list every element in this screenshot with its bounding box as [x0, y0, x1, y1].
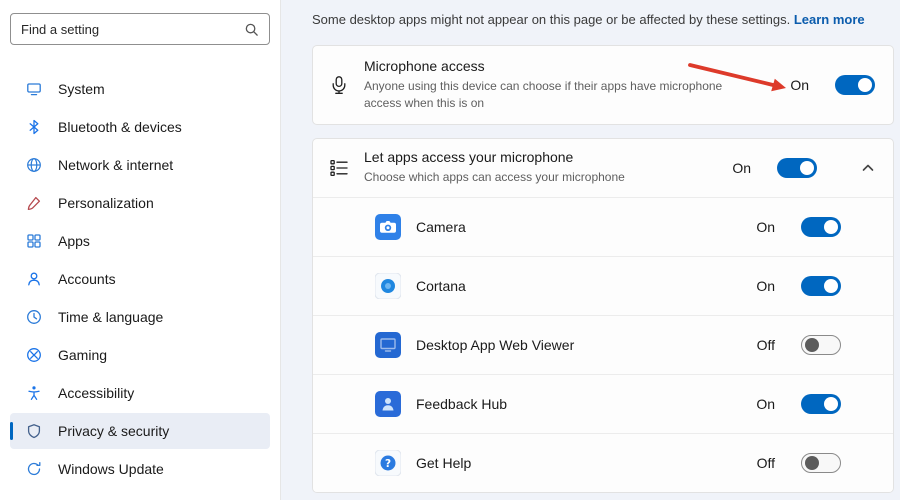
desktop-app-web-viewer-icon [375, 331, 401, 358]
settings-window: System Bluetooth & devices Network & int… [0, 0, 900, 500]
microphone-access-state: On [790, 76, 809, 93]
sidebar-item-label: Windows Update [58, 461, 164, 477]
microphone-access-text: Microphone access Anyone using this devi… [364, 58, 790, 112]
sidebar-item-label: Accessibility [58, 385, 135, 401]
app-row-desktop-app-web-viewer: Desktop App Web Viewer Off [313, 314, 893, 374]
sidebar-item-network-internet[interactable]: Network & internet [10, 147, 270, 183]
globe-icon [26, 157, 42, 173]
let-apps-text: Let apps access your microphone Choose w… [364, 149, 732, 186]
update-arrows-icon [26, 461, 42, 477]
bluetooth-icon [26, 119, 42, 135]
sidebar-item-windows-update[interactable]: Windows Update [10, 451, 270, 487]
app-state: Off [756, 454, 775, 471]
sidebar-item-label: Apps [58, 233, 90, 249]
cortana-toggle[interactable] [801, 275, 841, 296]
sidebar-item-system[interactable]: System [10, 71, 270, 107]
sidebar-item-personalization[interactable]: Personalization [10, 185, 270, 221]
sidebar-item-time-language[interactable]: Time & language [10, 299, 270, 335]
feedback-hub-app-icon [375, 390, 401, 417]
shield-icon [26, 423, 42, 439]
settings-content: Some desktop apps might not appear on th… [281, 0, 900, 500]
sidebar-item-label: Time & language [58, 309, 164, 325]
app-name: Feedback Hub [416, 395, 508, 412]
app-state: On [756, 395, 775, 412]
app-name: Camera [416, 218, 466, 235]
app-name: Desktop App Web Viewer [416, 336, 575, 353]
microphone-access-description: Anyone using this device can choose if t… [364, 78, 723, 110]
search-input[interactable] [21, 21, 244, 37]
let-apps-description: Choose which apps can access your microp… [364, 170, 625, 185]
desktop-app-web-viewer-toggle[interactable] [801, 334, 841, 355]
microphone-icon [329, 75, 349, 95]
search-box[interactable] [10, 13, 270, 45]
camera-toggle[interactable] [801, 216, 841, 237]
system-icon [26, 81, 42, 97]
microphone-access-title: Microphone access [364, 57, 485, 74]
let-apps-state: On [732, 159, 751, 176]
clock-icon [26, 309, 42, 325]
sidebar-item-label: Personalization [58, 195, 154, 211]
sidebar-item-label: Gaming [58, 347, 108, 363]
xbox-icon [26, 347, 42, 363]
sidebar-item-accounts[interactable]: Accounts [10, 261, 270, 297]
let-apps-title: Let apps access your microphone [364, 149, 574, 166]
sidebar-item-accessibility[interactable]: Accessibility [10, 375, 270, 411]
apps-grid-icon [26, 233, 42, 249]
cortana-app-icon [374, 272, 402, 299]
app-state: Off [756, 336, 775, 353]
learn-more-link[interactable]: Learn more [794, 12, 865, 27]
sidebar-item-label: Network & internet [58, 157, 174, 173]
feedback-hub-toggle[interactable] [801, 393, 841, 414]
microphone-access-toggle[interactable] [835, 74, 875, 95]
app-name: Cortana [416, 277, 466, 294]
app-name: Get Help [416, 454, 472, 471]
get-help-toggle[interactable] [801, 452, 841, 473]
app-state: On [756, 218, 775, 235]
person-icon [26, 271, 42, 287]
app-state: On [756, 277, 775, 294]
sidebar-item-bluetooth-devices[interactable]: Bluetooth & devices [10, 109, 270, 145]
app-row-camera: Camera On [313, 196, 893, 256]
sidebar: System Bluetooth & devices Network & int… [0, 0, 281, 500]
get-help-app-icon: ? [374, 449, 402, 476]
sidebar-item-label: System [58, 81, 105, 97]
let-apps-toggle[interactable] [777, 157, 817, 178]
microphone-access-card: Microphone access Anyone using this devi… [312, 44, 894, 125]
app-row-get-help: ? Get Help Off [313, 432, 893, 492]
sidebar-item-privacy-security[interactable]: Privacy & security [10, 413, 270, 449]
app-list-icon [329, 158, 349, 178]
sidebar-item-gaming[interactable]: Gaming [10, 337, 270, 373]
sidebar-item-label: Accounts [58, 271, 116, 287]
camera-app-icon [375, 213, 401, 240]
sidebar-item-apps[interactable]: Apps [10, 223, 270, 259]
app-row-feedback-hub: Feedback Hub On [313, 373, 893, 433]
sidebar-item-label: Bluetooth & devices [58, 119, 182, 135]
desktop-apps-notice: Some desktop apps might not appear on th… [312, 10, 894, 30]
sidebar-item-label: Privacy & security [58, 423, 170, 439]
sidebar-nav: System Bluetooth & devices Network & int… [0, 71, 280, 487]
accessibility-person-icon [26, 385, 42, 401]
app-row-cortana: Cortana On [313, 255, 893, 315]
search-icon[interactable] [244, 22, 259, 37]
let-apps-access-card: Let apps access your microphone Choose w… [312, 137, 894, 493]
brush-icon [26, 195, 42, 211]
chevron-up-icon[interactable] [861, 161, 875, 175]
notice-text: Some desktop apps might not appear on th… [312, 12, 791, 27]
let-apps-header[interactable]: Let apps access your microphone Choose w… [313, 139, 893, 197]
svg-text:?: ? [385, 458, 391, 470]
